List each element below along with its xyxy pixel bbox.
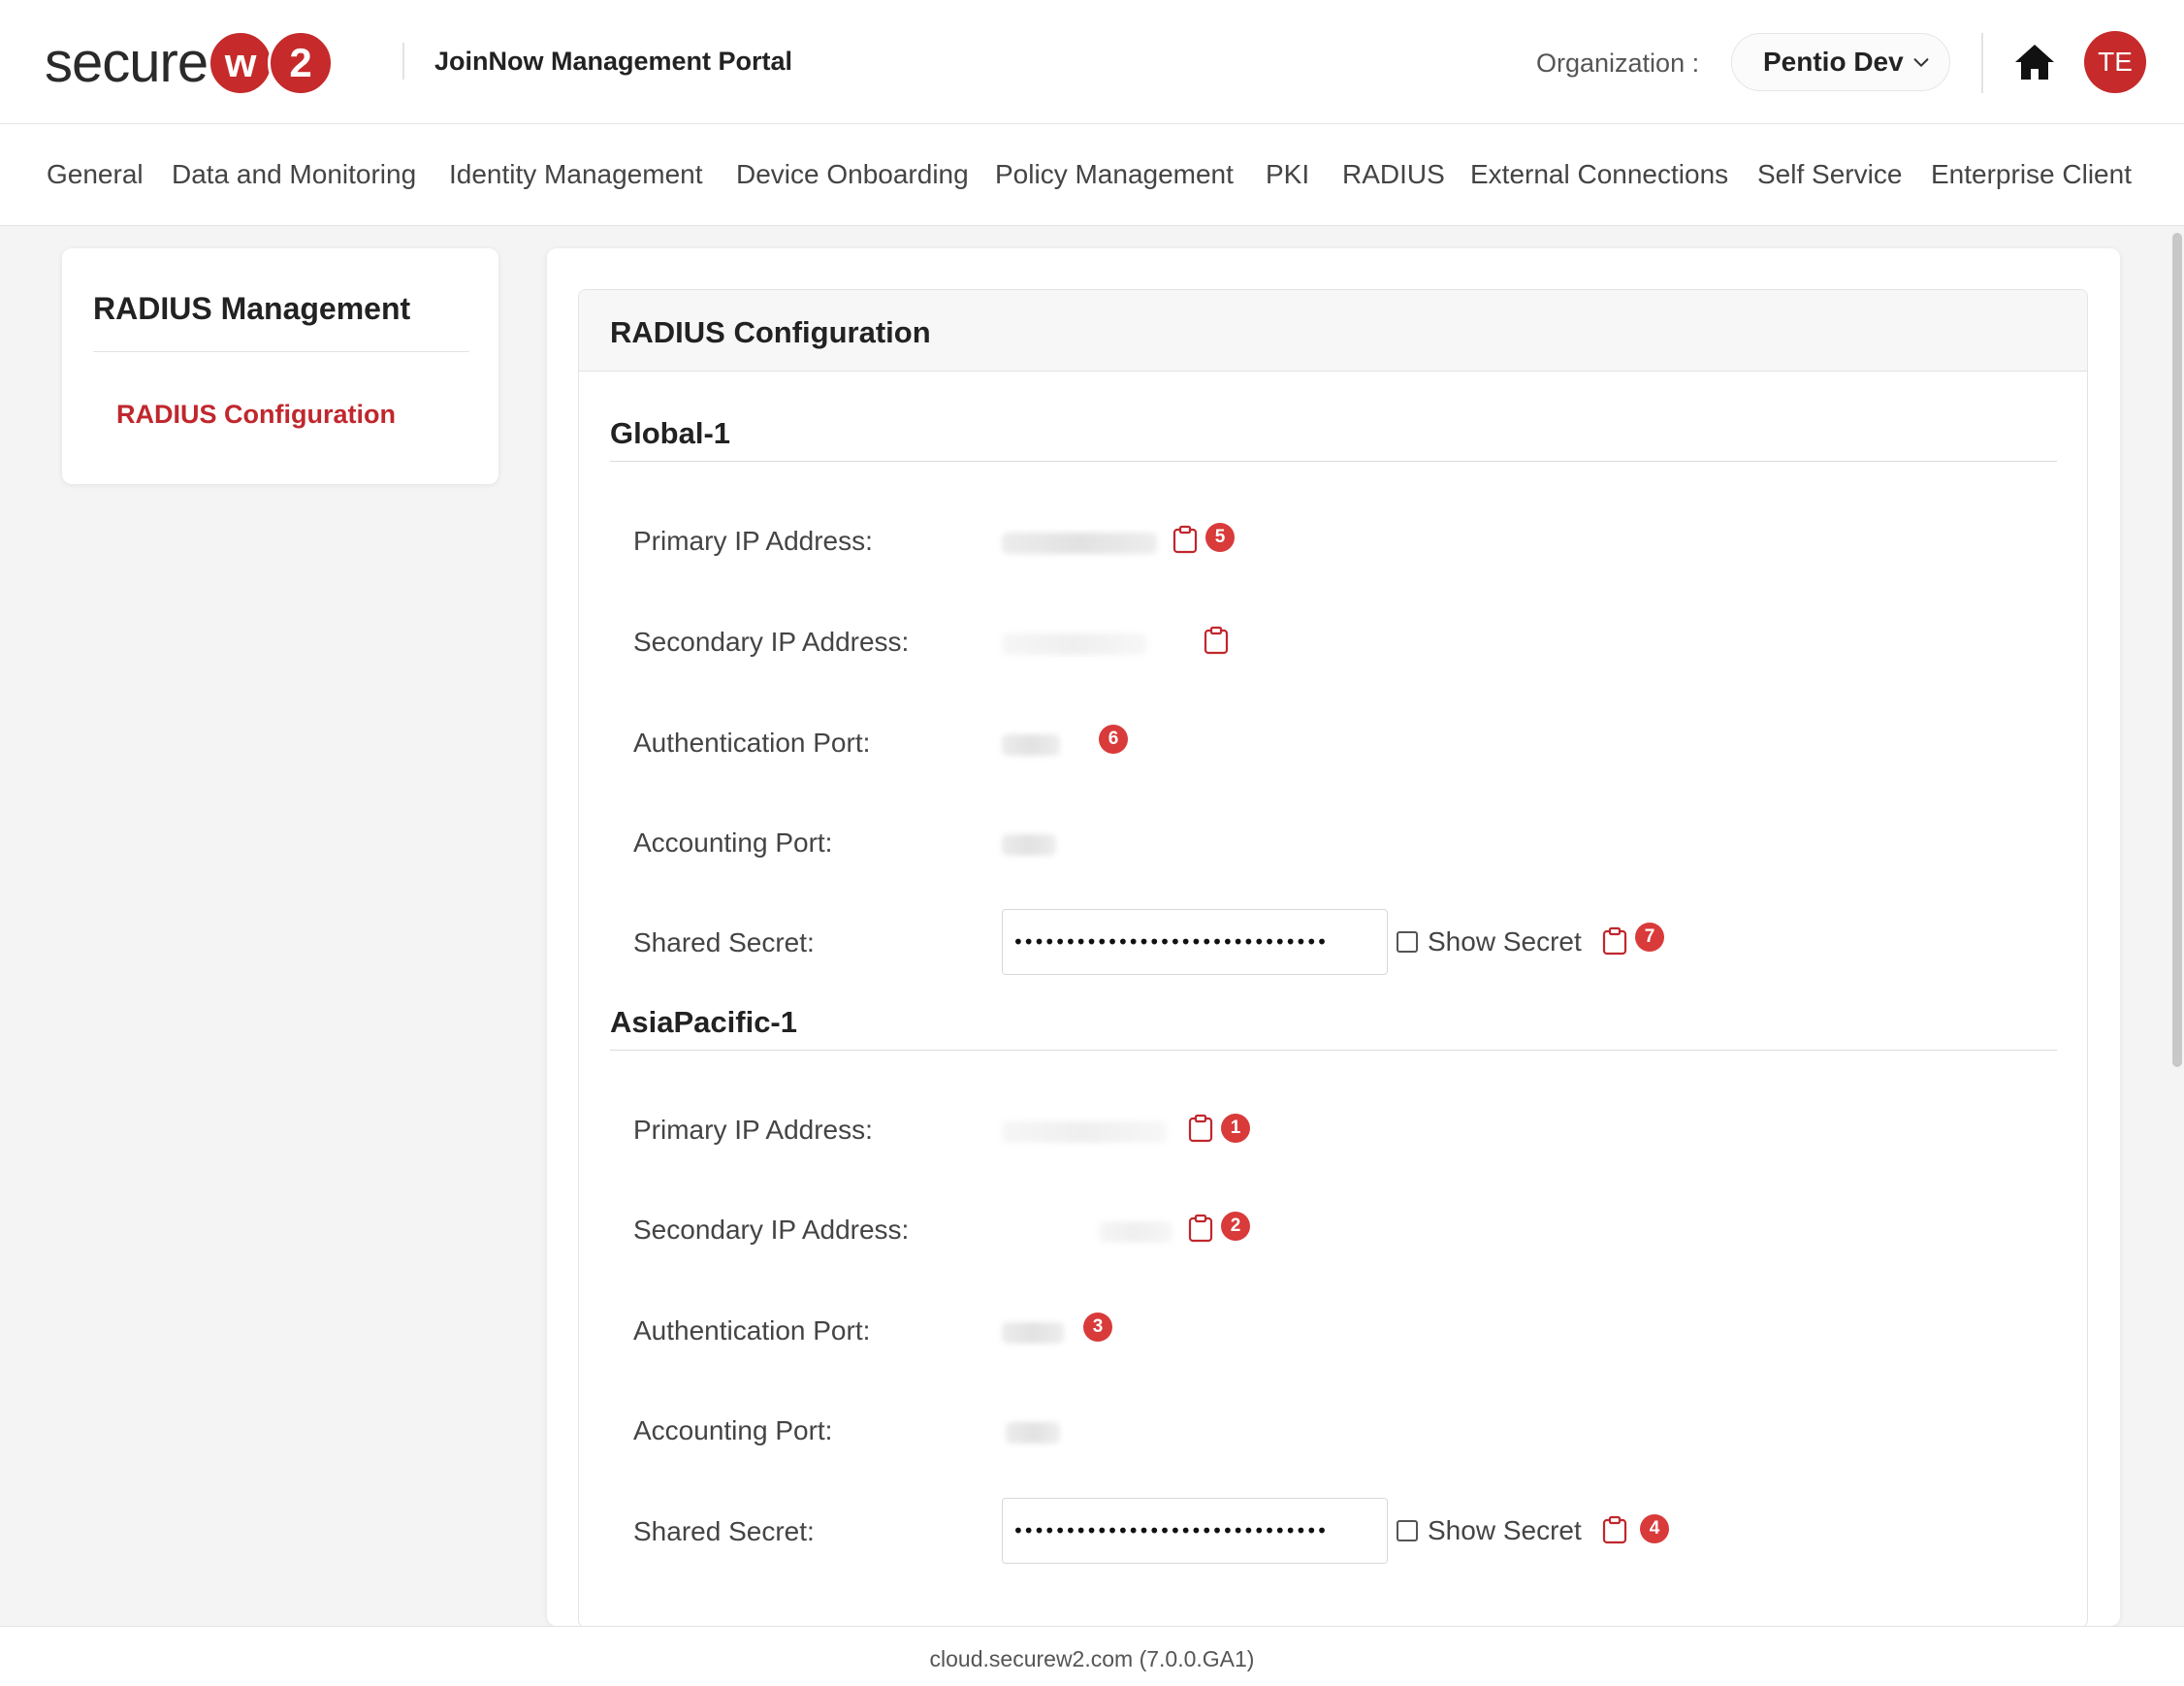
show-secret-checkbox[interactable] — [1397, 931, 1418, 953]
section-divider — [610, 1050, 2057, 1051]
nav-identity-management[interactable]: Identity Management — [449, 159, 703, 190]
nav-device-onboarding[interactable]: Device Onboarding — [736, 159, 969, 190]
chevron-down-icon — [1913, 58, 1929, 67]
annotation-badge: 6 — [1099, 725, 1128, 754]
user-avatar[interactable]: TE — [2084, 31, 2146, 93]
sidebar-divider — [93, 351, 469, 352]
accounting-port-label: Accounting Port: — [633, 827, 833, 858]
nav-general[interactable]: General — [47, 159, 144, 190]
nav-external-connections[interactable]: External Connections — [1470, 159, 1728, 190]
secondary-ip-label: Secondary IP Address: — [633, 627, 910, 657]
shared-secret-input[interactable] — [1002, 909, 1388, 975]
authentication-port-value-redacted — [1002, 734, 1060, 756]
sidebar-title: RADIUS Management — [93, 291, 411, 326]
secondary-ip-value-redacted — [1002, 633, 1147, 655]
organization-label: Organization : — [1536, 49, 1700, 78]
logo-wordmark: secure — [45, 31, 209, 94]
top-bar: secure w 2 JoinNow Management Portal Org… — [0, 0, 2184, 124]
footer: cloud.securew2.com (7.0.0.GA1) — [0, 1626, 2184, 1686]
authentication-port-label: Authentication Port: — [633, 1315, 871, 1346]
accounting-port-value-redacted — [1002, 834, 1056, 856]
header-divider — [402, 43, 404, 80]
section-title-global-1: Global-1 — [610, 416, 731, 450]
header-divider-right — [1981, 33, 1983, 93]
nav-enterprise-client[interactable]: Enterprise Client — [1931, 159, 2132, 190]
annotation-badge: 7 — [1635, 923, 1664, 952]
logo-2-circle: 2 — [268, 30, 335, 96]
copy-clipboard-icon[interactable] — [1204, 626, 1229, 655]
nav-policy-management[interactable]: Policy Management — [995, 159, 1234, 190]
secondary-ip-label: Secondary IP Address: — [633, 1215, 910, 1245]
nav-data-and-monitoring[interactable]: Data and Monitoring — [172, 159, 416, 190]
copy-clipboard-icon[interactable] — [1188, 1214, 1213, 1243]
portal-title: JoinNow Management Portal — [434, 47, 793, 76]
show-secret-label[interactable]: Show Secret — [1428, 926, 1582, 957]
scrollbar-thumb[interactable] — [2172, 233, 2182, 1067]
nav-self-service[interactable]: Self Service — [1757, 159, 1902, 190]
panel-header: RADIUS Configuration — [579, 290, 2087, 372]
secondary-ip-value-redacted — [1099, 1221, 1172, 1243]
nav-pki[interactable]: PKI — [1266, 159, 1309, 190]
accounting-port-value-redacted — [1006, 1422, 1060, 1443]
main-nav: General Data and Monitoring Identity Man… — [0, 124, 2184, 226]
primary-ip-label: Primary IP Address: — [633, 526, 873, 556]
shared-secret-label: Shared Secret: — [633, 927, 815, 957]
securew2-logo[interactable]: secure w 2 — [45, 29, 335, 97]
copy-clipboard-icon[interactable] — [1602, 926, 1627, 956]
sidebar-item-radius-configuration[interactable]: RADIUS Configuration — [116, 400, 396, 430]
annotation-badge: 2 — [1221, 1212, 1250, 1241]
primary-ip-value-redacted — [1002, 533, 1157, 554]
show-secret-checkbox[interactable] — [1397, 1520, 1418, 1541]
copy-clipboard-icon[interactable] — [1188, 1114, 1213, 1143]
footer-version-text: cloud.securew2.com (7.0.0.GA1) — [929, 1646, 1255, 1671]
authentication-port-value-redacted — [1002, 1322, 1064, 1344]
home-icon[interactable] — [2013, 43, 2056, 81]
organization-select[interactable]: Pentio Dev — [1731, 33, 1950, 91]
authentication-port-label: Authentication Port: — [633, 728, 871, 758]
main-card: RADIUS Configuration Global-1 Primary IP… — [547, 248, 2120, 1626]
logo-w-circle: w — [208, 30, 274, 96]
shared-secret-label: Shared Secret: — [633, 1516, 815, 1546]
organization-value: Pentio Dev — [1763, 47, 1904, 77]
primary-ip-value-redacted — [1002, 1121, 1167, 1143]
nav-radius[interactable]: RADIUS — [1342, 159, 1445, 190]
radius-config-panel: RADIUS Configuration Global-1 Primary IP… — [578, 289, 2088, 1626]
annotation-badge: 5 — [1205, 523, 1235, 552]
primary-ip-label: Primary IP Address: — [633, 1115, 873, 1145]
accounting-port-label: Accounting Port: — [633, 1415, 833, 1445]
shared-secret-input[interactable] — [1002, 1498, 1388, 1564]
section-divider — [610, 461, 2057, 462]
section-title-asiapacific-1: AsiaPacific-1 — [610, 1005, 797, 1039]
annotation-badge: 4 — [1640, 1514, 1669, 1543]
annotation-badge: 3 — [1083, 1313, 1112, 1342]
show-secret-label[interactable]: Show Secret — [1428, 1515, 1582, 1546]
sidebar-card: RADIUS Management RADIUS Configuration — [62, 248, 498, 484]
copy-clipboard-icon[interactable] — [1172, 525, 1198, 554]
annotation-badge: 1 — [1221, 1114, 1250, 1143]
panel-title: RADIUS Configuration — [610, 315, 931, 349]
copy-clipboard-icon[interactable] — [1602, 1515, 1627, 1544]
